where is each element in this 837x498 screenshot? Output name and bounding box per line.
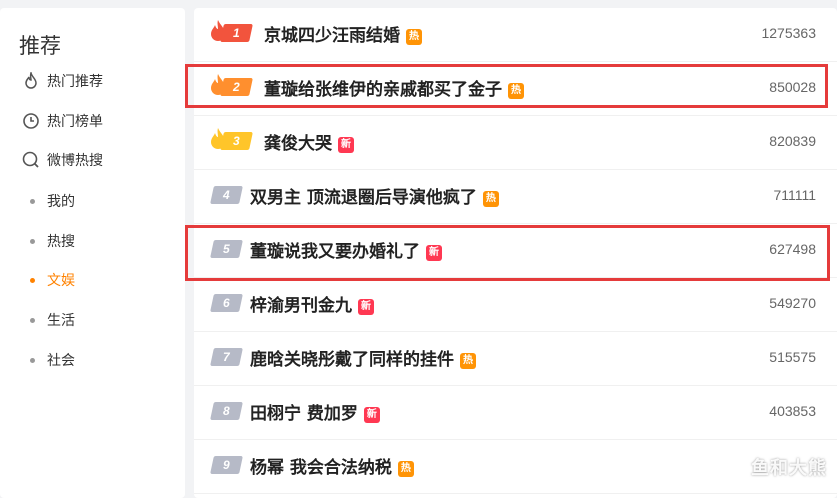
rank-badge: 9 <box>210 456 243 474</box>
list-item[interactable]: 4 双男主 顶流退圈后导演他疯了热 711111 <box>194 170 837 224</box>
rank-badge: 1 <box>220 24 253 42</box>
bullet-dot <box>30 357 35 363</box>
bullet-dot <box>30 277 35 283</box>
topic-title[interactable]: 龚俊大哭新 <box>264 129 354 154</box>
sidebar: 推荐 热门推荐 热门榜单 微博热搜 我的 热搜 文娱 生活 社会 <box>0 8 185 498</box>
topic-title[interactable]: 田栩宁 费加罗新 <box>250 399 380 424</box>
list-item[interactable]: 6 梓渝男刊金九新 549270 <box>194 278 837 332</box>
sub-item-label: 生活 <box>47 313 75 329</box>
bullet-dot <box>30 198 35 204</box>
topic-title[interactable]: 京城四少汪雨结婚热 <box>264 21 422 46</box>
list-item[interactable]: 3 龚俊大哭新 820839 <box>194 116 837 170</box>
nav-item-hot-recommend[interactable]: 热门推荐 <box>22 70 103 92</box>
bullet-dot <box>30 238 35 244</box>
bullet-dot <box>30 317 35 323</box>
list-item[interactable]: 8 田栩宁 费加罗新 403853 <box>194 386 837 440</box>
new-badge: 新 <box>363 407 380 423</box>
search-circle-icon <box>22 151 40 169</box>
nav-item-label: 热门推荐 <box>47 74 103 90</box>
hot-badge: 热 <box>406 29 422 45</box>
hot-badge: 热 <box>397 461 414 477</box>
heat-count: 1275363 <box>761 25 816 41</box>
list-item[interactable]: 9 杨幂 我会合法纳税热 <box>194 440 837 494</box>
hot-badge: 热 <box>460 353 476 369</box>
nav-item-label: 热门榜单 <box>47 114 103 130</box>
topic-title[interactable]: 梓渝男刊金九新 <box>250 291 374 316</box>
sub-item-hot-search[interactable]: 热搜 <box>30 230 75 252</box>
new-badge: 新 <box>338 137 354 153</box>
sub-item-life[interactable]: 生活 <box>30 309 75 331</box>
highlight-box <box>185 225 830 281</box>
sub-item-entertainment[interactable]: 文娱 <box>30 269 75 291</box>
rank-badge: 8 <box>210 402 243 420</box>
watermark-text: 鱼和大熊 <box>751 458 827 479</box>
nav-item-hot-rankings[interactable]: 热门榜单 <box>22 110 103 132</box>
clock-chart-icon <box>22 112 40 130</box>
list-item[interactable]: 7 鹿晗关晓彤戴了同样的挂件热 515575 <box>194 332 837 386</box>
sub-item-mine[interactable]: 我的 <box>30 190 75 212</box>
rank-badge: 4 <box>210 186 243 204</box>
nav-item-label: 微博热搜 <box>47 153 103 169</box>
hot-badge: 热 <box>482 191 499 207</box>
topic-title[interactable]: 杨幂 我会合法纳税热 <box>250 453 414 478</box>
topic-title[interactable]: 鹿晗关晓彤戴了同样的挂件热 <box>250 345 476 370</box>
new-badge: 新 <box>358 299 374 315</box>
flame-outline-icon <box>22 72 40 90</box>
rank-badge: 3 <box>220 132 253 150</box>
sub-item-label: 文娱 <box>47 273 75 289</box>
nav-item-weibo-hot-search[interactable]: 微博热搜 <box>22 149 103 171</box>
heat-count: 711111 <box>773 187 816 203</box>
highlight-box <box>185 64 828 108</box>
sub-item-label: 我的 <box>47 194 75 210</box>
rank-badge: 6 <box>210 294 243 312</box>
heat-count: 403853 <box>769 403 816 419</box>
rank-badge: 7 <box>210 348 243 366</box>
sidebar-title: 推荐 <box>19 34 61 58</box>
heat-count: 549270 <box>769 295 816 311</box>
list-item[interactable]: 1 京城四少汪雨结婚热 1275363 <box>194 8 837 62</box>
sub-item-label: 热搜 <box>47 234 75 250</box>
heat-count: 515575 <box>769 349 816 365</box>
topic-title[interactable]: 双男主 顶流退圈后导演他疯了热 <box>250 183 499 208</box>
sub-item-label: 社会 <box>47 353 75 369</box>
sub-item-society[interactable]: 社会 <box>30 349 75 371</box>
heat-count: 820839 <box>769 133 816 149</box>
